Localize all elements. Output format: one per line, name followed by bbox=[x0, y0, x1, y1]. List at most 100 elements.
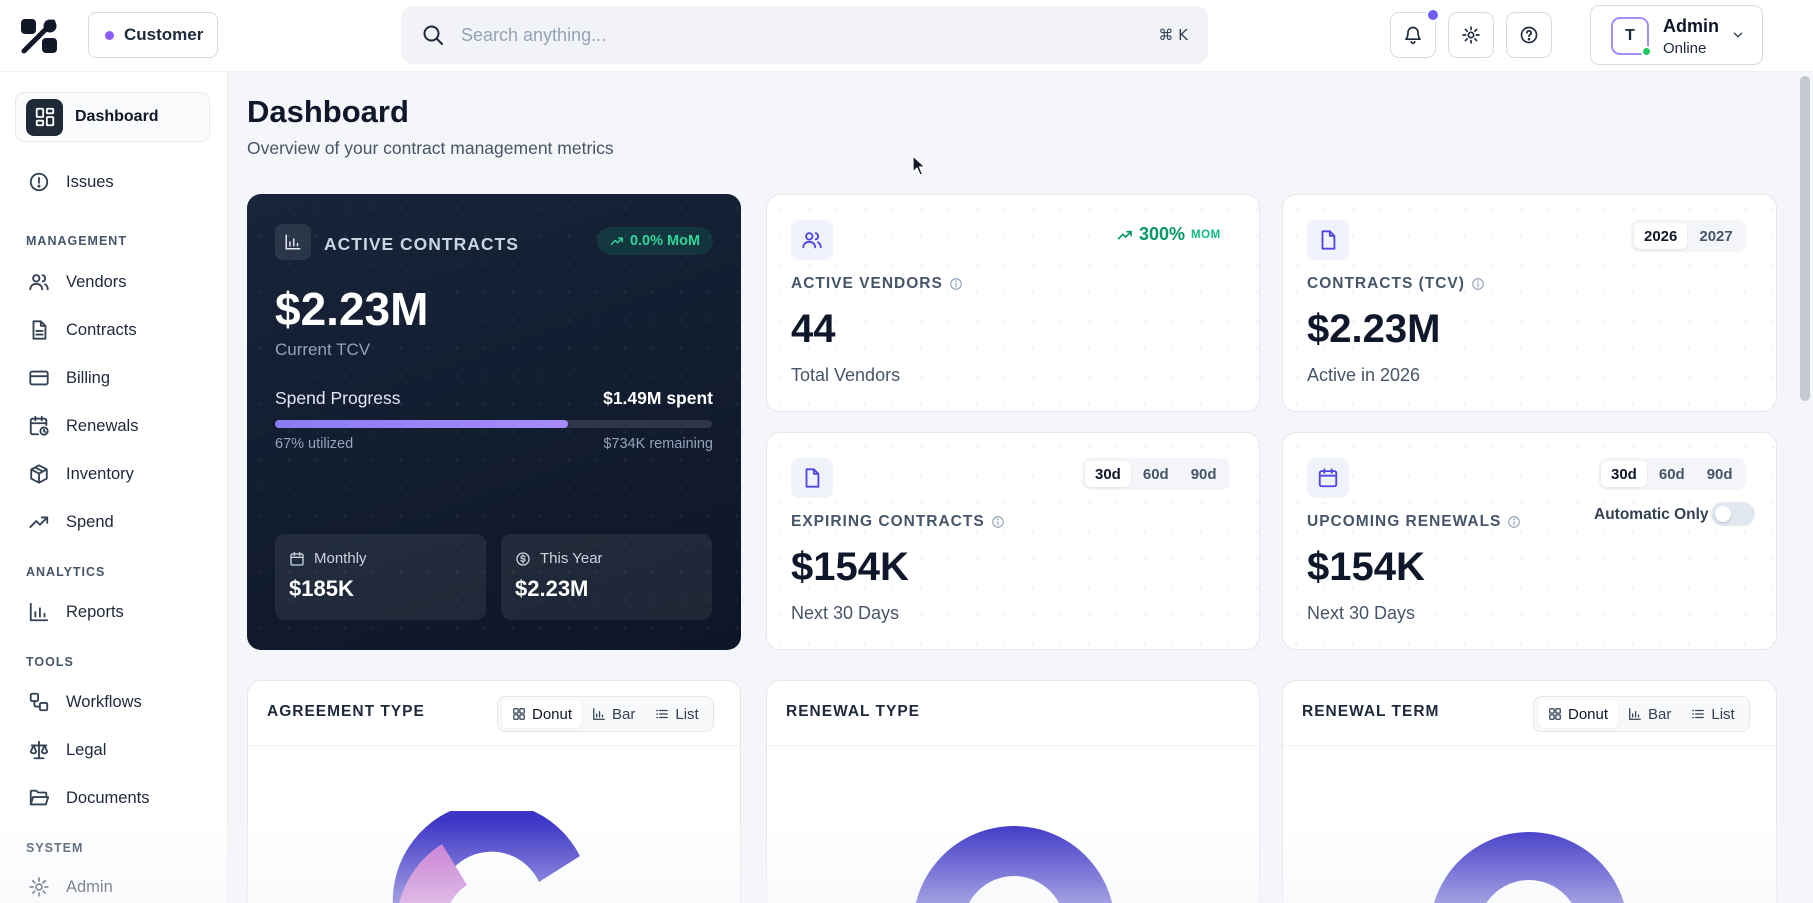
page-scrollbar[interactable] bbox=[1800, 76, 1810, 401]
automatic-only-toggle[interactable] bbox=[1711, 502, 1755, 526]
sidebar-item-dashboard[interactable]: Dashboard bbox=[15, 92, 210, 142]
sidebar-section-system: SYSTEM bbox=[26, 841, 84, 855]
sidebar-item-label: Documents bbox=[66, 788, 150, 807]
page-title: Dashboard bbox=[247, 94, 409, 129]
bar-chart-icon bbox=[1629, 708, 1641, 720]
sidebar-item-issues[interactable]: Issues bbox=[28, 167, 114, 197]
agreement-type-donut[interactable] bbox=[380, 811, 610, 903]
donut-segment-purple[interactable] bbox=[1430, 832, 1628, 903]
customer-switcher-button[interactable]: Customer bbox=[88, 12, 218, 58]
renewals-range-selector: 30d 60d 90d bbox=[1598, 458, 1746, 490]
info-icon[interactable] bbox=[949, 277, 963, 291]
range-option-90d[interactable]: 90d bbox=[1181, 461, 1227, 487]
list-icon bbox=[1692, 709, 1705, 719]
app-logo-icon[interactable] bbox=[20, 18, 58, 54]
view-list-button[interactable]: List bbox=[645, 700, 708, 728]
search-bar[interactable]: ⌘ K bbox=[401, 6, 1208, 64]
trending-up-icon bbox=[29, 516, 49, 528]
range-option-60d[interactable]: 60d bbox=[1133, 461, 1179, 487]
mouse-cursor-icon bbox=[912, 155, 926, 176]
settings-button[interactable] bbox=[1448, 12, 1494, 58]
automatic-only-label: Automatic Only bbox=[1594, 506, 1709, 523]
expiring-contracts-card[interactable]: 30d 60d 90d EXPIRING CONTRACTS $154K Nex… bbox=[766, 432, 1260, 650]
view-donut-button[interactable]: Donut bbox=[502, 700, 583, 728]
sidebar-item-label: Inventory bbox=[66, 464, 134, 483]
monthly-value: $185K bbox=[289, 576, 354, 601]
sidebar-item-documents[interactable]: Documents bbox=[28, 783, 149, 813]
sidebar-item-inventory[interactable]: Inventory bbox=[28, 459, 134, 489]
calendar-icon bbox=[290, 551, 304, 566]
card-divider bbox=[248, 745, 740, 746]
sidebar-item-spend[interactable]: Spend bbox=[28, 507, 114, 537]
agreement-type-card: AGREEMENT TYPE Donut Bar List bbox=[247, 680, 741, 903]
search-input[interactable] bbox=[461, 24, 1159, 46]
package-icon bbox=[30, 464, 48, 484]
users-icon bbox=[791, 220, 833, 260]
toggle-knob bbox=[1715, 506, 1731, 522]
user-status: Online bbox=[1663, 40, 1707, 57]
search-icon bbox=[423, 25, 443, 45]
sidebar-item-renewals[interactable]: Renewals bbox=[28, 411, 138, 441]
active-vendors-card[interactable]: 300% MOM ACTIVE VENDORS 44 Total Vendors bbox=[766, 194, 1260, 412]
year-option-2027[interactable]: 2027 bbox=[1689, 223, 1742, 249]
sidebar-item-admin[interactable]: Admin bbox=[28, 872, 113, 902]
info-icon[interactable] bbox=[1507, 515, 1521, 529]
sidebar-item-reports[interactable]: Reports bbox=[28, 597, 124, 627]
info-icon[interactable] bbox=[1471, 277, 1485, 291]
sidebar-section-analytics: ANALYTICS bbox=[26, 565, 106, 579]
sidebar-section-tools: TOOLS bbox=[26, 655, 74, 669]
sidebar-item-label: Reports bbox=[66, 602, 124, 621]
renewal-term-view-toggle: Donut Bar List bbox=[1533, 696, 1750, 732]
sidebar-item-label: Workflows bbox=[66, 692, 142, 711]
upcoming-renewals-sub: Next 30 Days bbox=[1307, 603, 1416, 623]
range-option-90d[interactable]: 90d bbox=[1697, 461, 1743, 487]
sidebar-item-label: Billing bbox=[66, 368, 111, 387]
online-status-dot bbox=[1641, 46, 1652, 57]
info-icon[interactable] bbox=[991, 515, 1005, 529]
vendors-trend: 300% MOM bbox=[1117, 224, 1221, 245]
year-option-2026[interactable]: 2026 bbox=[1634, 223, 1688, 249]
user-menu-button[interactable]: T Admin Online bbox=[1590, 5, 1763, 65]
sidebar-item-label: Renewals bbox=[66, 416, 139, 435]
sidebar-item-label: Issues bbox=[66, 172, 114, 191]
upcoming-renewals-card[interactable]: 30d 60d 90d Automatic Only UPCOMING RENE… bbox=[1282, 432, 1777, 650]
sidebar-item-label: Vendors bbox=[66, 272, 127, 291]
renewal-type-card: RENEWAL TYPE bbox=[766, 680, 1260, 903]
bell-icon bbox=[1405, 26, 1421, 45]
view-donut-button[interactable]: Donut bbox=[1538, 700, 1619, 728]
folder-open-icon bbox=[29, 789, 50, 806]
utilized-text: 67% utilized bbox=[275, 436, 354, 452]
settings-icon bbox=[29, 877, 49, 897]
view-list-button[interactable]: List bbox=[1681, 700, 1744, 728]
renewal-type-donut[interactable] bbox=[899, 807, 1129, 903]
sidebar-item-workflows[interactable]: Workflows bbox=[28, 687, 142, 717]
workflow-icon bbox=[29, 692, 49, 712]
users-icon bbox=[29, 274, 49, 291]
grid-icon bbox=[1549, 708, 1561, 720]
sidebar: Dashboard Issues MANAGEMENT Vendors Cont… bbox=[0, 72, 228, 903]
remaining-text: $734K remaining bbox=[603, 436, 713, 452]
contracts-tcv-card[interactable]: 2026 2027 CONTRACTS (TCV) $2.23M Active … bbox=[1282, 194, 1777, 412]
sidebar-item-vendors[interactable]: Vendors bbox=[28, 267, 127, 297]
view-bar-button[interactable]: Bar bbox=[1618, 700, 1681, 728]
range-option-30d[interactable]: 30d bbox=[1601, 461, 1647, 487]
sidebar-item-label: Contracts bbox=[66, 320, 137, 339]
list-icon bbox=[656, 709, 669, 719]
donut-segment-purple[interactable] bbox=[913, 826, 1115, 903]
this-year-tile: This Year $2.23M bbox=[501, 534, 712, 620]
sidebar-item-contracts[interactable]: Contracts bbox=[28, 315, 137, 345]
active-vendors-value: 44 bbox=[791, 307, 836, 351]
active-contracts-card[interactable]: ACTIVE CONTRACTS 0.0% MoM $2.23M Current… bbox=[247, 194, 741, 650]
chevron-down-icon bbox=[1733, 32, 1743, 38]
monthly-tile: Monthly $185K bbox=[275, 534, 486, 620]
sidebar-item-legal[interactable]: Legal bbox=[28, 735, 106, 765]
range-option-60d[interactable]: 60d bbox=[1649, 461, 1695, 487]
sidebar-item-label: Admin bbox=[66, 877, 113, 896]
range-option-30d[interactable]: 30d bbox=[1085, 461, 1131, 487]
help-button[interactable] bbox=[1506, 12, 1552, 58]
agreement-view-toggle: Donut Bar List bbox=[497, 696, 714, 732]
contracts-tcv-value: $2.23M bbox=[1307, 307, 1441, 351]
sidebar-item-billing[interactable]: Billing bbox=[28, 363, 110, 393]
view-bar-button[interactable]: Bar bbox=[582, 700, 645, 728]
renewal-term-donut[interactable] bbox=[1414, 811, 1644, 903]
